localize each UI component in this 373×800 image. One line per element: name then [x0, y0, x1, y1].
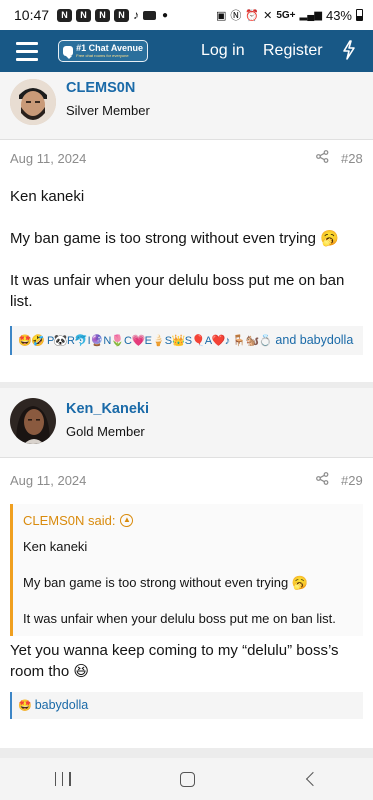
jump-to-post-icon[interactable]: ▲	[120, 513, 134, 527]
nfc-icon: Ⓝ	[230, 10, 242, 22]
post-meta: Aug 11, 2024 #29	[0, 458, 373, 496]
avatar[interactable]	[10, 79, 56, 125]
quote-line: Ken kaneki	[23, 539, 88, 554]
n-notification-icon: N	[76, 8, 92, 22]
signal-icon: ▂▄▆	[299, 9, 322, 21]
alarm-icon: ⏰	[245, 9, 260, 22]
chat-bubble-icon	[63, 46, 74, 59]
youtube-icon	[143, 10, 157, 20]
reactions-bar[interactable]: 🤩🤣 P🐼R🐬I🔮N🌷C💗E🍦S👑S🎈A❤️♪ 🪑🐿️💍 and babydol…	[10, 326, 363, 355]
register-link[interactable]: Register	[263, 42, 323, 60]
post-29: Ken_Kaneki Gold Member Aug 11, 2024 #29 …	[0, 388, 373, 748]
network-type: 5G+	[276, 9, 296, 21]
reply-text: Yet you wanna keep coming to my “delulu”…	[10, 642, 339, 680]
post-date[interactable]: Aug 11, 2024	[10, 473, 86, 488]
user-title: Silver Member	[66, 103, 150, 118]
quote-line: My ban game is too strong without even t…	[23, 575, 308, 590]
status-time: 10:47	[14, 7, 50, 23]
reaction-list[interactable]: 🤩	[18, 700, 32, 712]
post-number[interactable]: #29	[341, 473, 363, 488]
site-header: #1 Chat Avenue Free chat rooms for every…	[0, 30, 373, 72]
quote-block: CLEMS0N said: ▲ Ken kaneki My ban game i…	[10, 504, 363, 636]
post-user-strip: Ken_Kaneki Gold Member	[0, 388, 373, 458]
reaction-list[interactable]: 🤩🤣 P🐼R🐬I🔮N🌷C💗E🍦S👑S🎈A❤️♪ 🪑🐿️💍	[18, 335, 272, 347]
reaction-user[interactable]: babydolla	[300, 333, 354, 347]
status-bar: 10:47 N N N N ♪ ● ▣ Ⓝ ⏰ ✕ 5G+ ▂▄▆ 43%	[0, 0, 373, 30]
hamburger-line	[16, 57, 38, 61]
system-nav-bar	[0, 758, 373, 800]
battery-percent: 43%	[325, 7, 352, 23]
post-number[interactable]: #28	[341, 151, 363, 166]
reaction-user[interactable]: babydolla	[35, 698, 89, 712]
reactions-bar[interactable]: 🤩 babydolla	[10, 692, 363, 719]
battery-icon	[356, 9, 363, 21]
share-icon[interactable]	[316, 472, 329, 485]
n-notification-icon: N	[114, 8, 130, 22]
more-notifications-icon: ●	[162, 9, 169, 21]
username[interactable]: CLEMS0N	[66, 80, 135, 96]
menu-button[interactable]	[0, 30, 54, 72]
n-notification-icon: N	[57, 8, 73, 22]
post-line: Ken kaneki	[10, 188, 85, 205]
reactions-and: and	[275, 333, 297, 347]
hamburger-icon	[16, 41, 38, 45]
hamburger-line	[16, 49, 38, 53]
username[interactable]: Ken_Kaneki	[66, 401, 149, 417]
n-notification-icon: N	[95, 8, 111, 22]
quote-header[interactable]: CLEMS0N said: ▲	[23, 508, 353, 532]
post-line: It was unfair when your delulu boss put …	[10, 272, 345, 310]
recent-apps-icon[interactable]	[54, 772, 71, 786]
back-icon[interactable]	[306, 771, 321, 787]
user-title: Gold Member	[66, 424, 145, 439]
post-body: Ken kaneki My ban game is too strong wit…	[0, 176, 373, 312]
clipboard-icon: ▣	[215, 9, 227, 22]
whats-new-bolt-icon[interactable]	[342, 40, 356, 60]
quote-body: Ken kaneki My ban game is too strong wit…	[23, 538, 353, 628]
login-link[interactable]: Log in	[201, 42, 245, 60]
share-icon[interactable]	[316, 150, 329, 163]
quote-author[interactable]: CLEMS0N said:	[23, 513, 115, 528]
mute-icon: ✕	[263, 9, 273, 22]
post-date[interactable]: Aug 11, 2024	[10, 151, 86, 166]
post-user-strip: CLEMS0N Silver Member	[0, 72, 373, 140]
post-meta: Aug 11, 2024 #28	[0, 140, 373, 176]
site-logo[interactable]: #1 Chat Avenue Free chat rooms for every…	[58, 40, 148, 62]
logo-tagline: Free chat rooms for everyone	[76, 53, 129, 58]
tiktok-icon: ♪	[133, 8, 140, 22]
logo-title: #1 Chat Avenue	[76, 43, 143, 53]
avatar[interactable]	[10, 398, 56, 444]
post-body: Yet you wanna keep coming to my “delulu”…	[0, 636, 373, 682]
post-line: My ban game is too strong without even t…	[10, 230, 339, 247]
home-icon[interactable]	[179, 771, 195, 787]
post-28: CLEMS0N Silver Member Aug 11, 2024 #28 K…	[0, 72, 373, 382]
quote-line: It was unfair when your delulu boss put …	[23, 611, 336, 626]
